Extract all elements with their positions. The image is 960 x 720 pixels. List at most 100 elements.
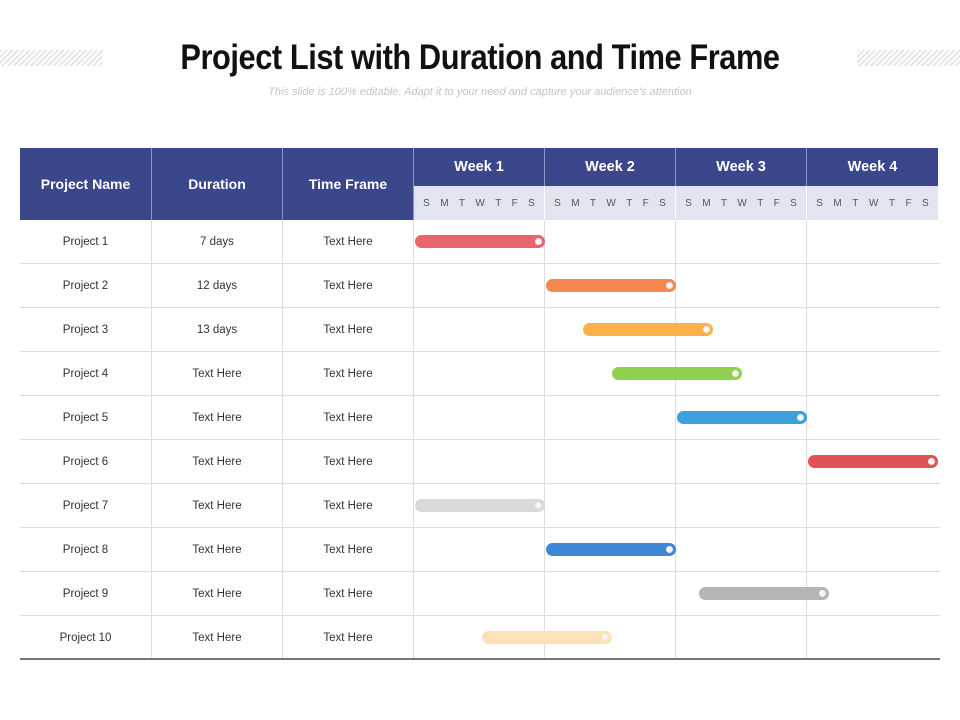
table-row: Project 6 Text Here Text Here [20, 440, 940, 484]
page-subtitle: This slide is 100% editable. Adapt it to… [268, 86, 692, 98]
column-header-project-name: Project Name [20, 148, 152, 220]
duration-cell: Text Here [192, 367, 242, 380]
gantt-bar[interactable] [415, 235, 545, 248]
day-label: T [888, 197, 895, 209]
bar-end-handle[interactable] [703, 326, 711, 333]
gantt-bar[interactable] [482, 631, 613, 644]
table-row: Project 7 Text Here Text Here [20, 484, 940, 528]
duration-cell: Text Here [192, 587, 242, 600]
table-row: Project 5 Text Here Text Here [20, 396, 940, 440]
day-label: F [905, 197, 912, 209]
day-label: S [554, 197, 561, 209]
week-header-1: Week 1 [414, 148, 545, 186]
bar-end-handle[interactable] [535, 238, 542, 245]
day-label: M [702, 197, 711, 209]
duration-cell: 12 days [196, 279, 238, 292]
day-label: S [790, 197, 797, 209]
day-label: S [816, 197, 823, 209]
gantt-bar[interactable] [415, 499, 545, 512]
day-label: T [458, 197, 466, 209]
table-row: Project 2 12 days Text Here [20, 264, 940, 308]
week-header-3: Week 3 [676, 148, 807, 186]
project-name-cell: Project 10 [59, 631, 112, 644]
table-row: Project 1 7 days Text Here [20, 220, 940, 264]
time-frame-cell: Text Here [323, 411, 373, 424]
week-header-2: Week 2 [545, 148, 676, 186]
day-label: S [528, 197, 535, 209]
column-header-time-frame: Time Frame [283, 148, 414, 220]
day-label: W [868, 197, 879, 209]
day-label: S [659, 197, 666, 209]
bar-end-handle[interactable] [819, 590, 827, 597]
gantt-bar[interactable] [699, 587, 830, 600]
project-name-cell: Project 4 [62, 367, 109, 380]
bar-end-handle[interactable] [666, 546, 673, 553]
day-label: T [852, 197, 859, 209]
duration-cell: Text Here [192, 631, 242, 644]
day-label: T [757, 197, 764, 209]
table-row: Project 10 Text Here Text Here [20, 616, 940, 660]
day-label: T [720, 197, 728, 209]
project-name-cell: Project 5 [62, 411, 109, 424]
time-frame-cell: Text Here [323, 235, 373, 248]
project-name-cell: Project 9 [62, 587, 109, 600]
day-label: F [511, 197, 518, 209]
time-frame-cell: Text Here [323, 367, 373, 380]
duration-cell: Text Here [192, 411, 242, 424]
day-label: W [737, 197, 747, 209]
project-name-cell: Project 8 [62, 543, 109, 556]
time-frame-cell: Text Here [323, 455, 373, 468]
table-row: Project 3 13 days Text Here [20, 308, 940, 352]
day-label: M [440, 197, 449, 209]
gantt-bar[interactable] [611, 367, 742, 380]
week-header-4: Week 4 [807, 148, 938, 186]
gantt-bar[interactable] [583, 323, 714, 336]
day-label: W [606, 197, 616, 209]
duration-cell: 13 days [196, 323, 238, 336]
bar-end-handle[interactable] [731, 370, 739, 377]
day-labels-week-1: SMTWTFS [414, 186, 545, 220]
gantt-bar[interactable] [546, 543, 676, 556]
project-name-cell: Project 1 [62, 235, 109, 248]
project-name-cell: Project 2 [62, 279, 109, 292]
day-label: S [685, 197, 692, 209]
bar-end-handle[interactable] [797, 414, 804, 421]
time-frame-cell: Text Here [323, 499, 373, 512]
duration-cell: Text Here [192, 455, 242, 468]
day-label: M [833, 197, 842, 209]
page-title: Project List with Duration and Time Fram… [180, 38, 780, 77]
gantt-bar[interactable] [677, 411, 807, 424]
table-row: Project 4 Text Here Text Here [20, 352, 940, 396]
duration-cell: Text Here [192, 543, 242, 556]
day-label: T [589, 197, 597, 209]
day-label: T [626, 197, 633, 209]
bar-end-handle[interactable] [602, 634, 610, 641]
time-frame-cell: Text Here [323, 631, 373, 644]
day-label: F [773, 197, 780, 209]
time-frame-cell: Text Here [323, 587, 373, 600]
day-label: M [571, 197, 580, 209]
bar-end-handle[interactable] [535, 502, 542, 509]
time-frame-cell: Text Here [323, 323, 373, 336]
table-row: Project 9 Text Here Text Here [20, 572, 940, 616]
day-label: T [495, 197, 502, 209]
day-labels-week-4: SMTWTFS [807, 186, 938, 220]
bar-end-handle[interactable] [928, 458, 935, 465]
project-name-cell: Project 3 [62, 323, 109, 336]
day-label: F [642, 197, 649, 209]
bar-end-handle[interactable] [666, 282, 673, 289]
day-labels-week-2: SMTWTFS [545, 186, 676, 220]
time-frame-cell: Text Here [323, 279, 373, 292]
column-header-duration: Duration [152, 148, 283, 220]
duration-cell: 7 days [200, 235, 234, 248]
project-name-cell: Project 6 [62, 455, 109, 468]
day-labels-week-3: SMTWTFS [676, 186, 807, 220]
day-label: S [423, 197, 430, 209]
gantt-bar[interactable] [808, 455, 938, 468]
gantt-bar[interactable] [546, 279, 676, 292]
day-label: S [922, 197, 929, 209]
day-label: W [475, 197, 485, 209]
time-frame-cell: Text Here [323, 543, 373, 556]
duration-cell: Text Here [192, 499, 242, 512]
table-row: Project 8 Text Here Text Here [20, 528, 940, 572]
